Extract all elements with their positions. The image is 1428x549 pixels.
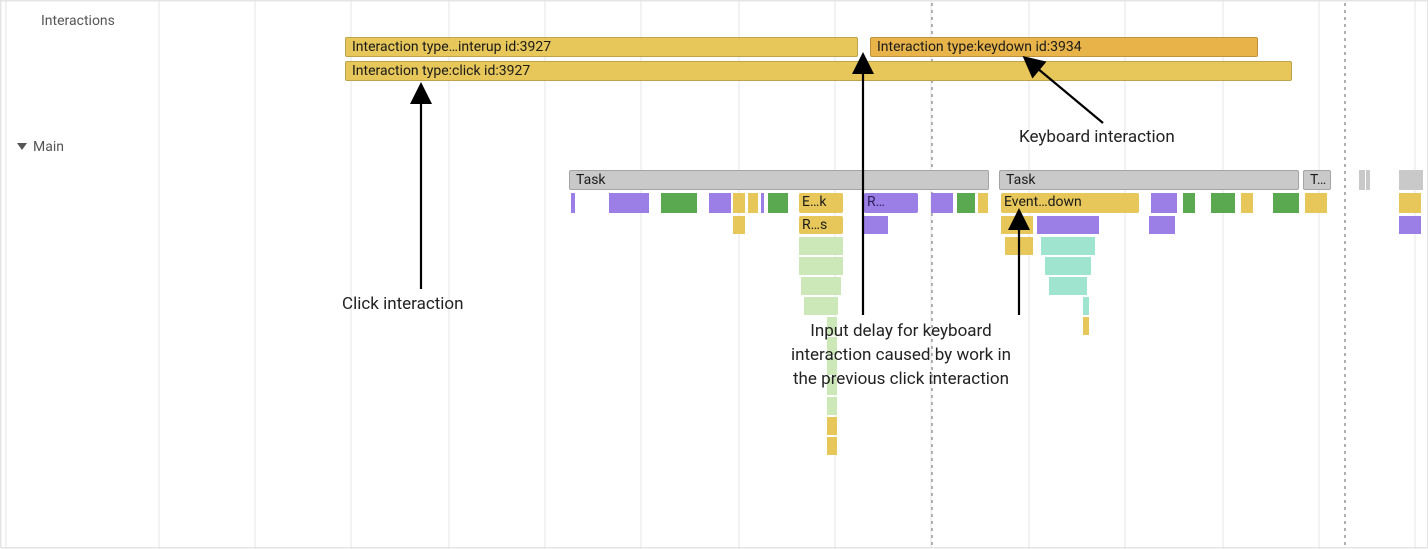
flame-block[interactable] — [827, 437, 837, 455]
annotation-click-label: Click interaction — [342, 294, 464, 314]
flame-block[interactable] — [931, 193, 953, 213]
flame-block[interactable] — [799, 237, 843, 255]
flame-block[interactable] — [768, 193, 788, 213]
flame-block[interactable] — [1083, 317, 1089, 335]
flame-block[interactable] — [1005, 237, 1033, 255]
flame-block[interactable] — [1241, 193, 1253, 213]
task-sliver-3[interactable] — [1399, 170, 1423, 190]
flame-block[interactable] — [1273, 193, 1299, 213]
flame-block[interactable] — [1399, 216, 1421, 234]
annotation-arrows — [1, 1, 1428, 549]
flame-block[interactable] — [864, 216, 888, 234]
flame-block[interactable] — [1001, 216, 1033, 234]
event-r[interactable]: R… — [864, 193, 918, 213]
flame-block[interactable] — [1037, 216, 1099, 234]
flame-block[interactable] — [661, 193, 697, 213]
interactions-track-label: Interactions — [41, 13, 115, 29]
flame-block[interactable] — [978, 193, 988, 213]
task-sliver-2[interactable] — [1366, 170, 1370, 190]
flame-block[interactable] — [799, 257, 843, 275]
main-track-label[interactable]: Main — [17, 139, 64, 155]
flame-block[interactable] — [1041, 237, 1095, 255]
flame-block[interactable] — [1045, 257, 1091, 275]
flame-block[interactable] — [827, 417, 837, 435]
flame-block[interactable] — [1083, 297, 1089, 315]
flame-block[interactable] — [1149, 216, 1175, 234]
flame-block[interactable] — [609, 193, 649, 213]
flame-block[interactable] — [1151, 193, 1177, 213]
flame-block[interactable] — [748, 193, 758, 213]
event-ek[interactable]: E…k — [799, 193, 843, 213]
flame-block[interactable] — [1399, 193, 1421, 213]
annotation-keyboard-label: Keyboard interaction — [1019, 127, 1175, 147]
flame-block[interactable] — [957, 193, 975, 213]
annotation-inputdelay-line2: interaction caused by work in — [761, 345, 1041, 365]
flame-block[interactable] — [709, 193, 731, 213]
flame-block[interactable] — [804, 297, 838, 315]
expand-toggle-icon[interactable] — [17, 143, 27, 150]
flame-block[interactable] — [1305, 193, 1327, 213]
task-bar-1[interactable]: Task — [569, 170, 989, 190]
task-bar-2[interactable]: Task — [999, 170, 1299, 190]
flame-block[interactable] — [733, 193, 745, 213]
interaction-bar-pointerup[interactable]: Interaction type…interup id:3927 — [345, 37, 858, 57]
flame-block[interactable] — [733, 216, 745, 234]
event-eventdown[interactable]: Event…down — [1001, 193, 1139, 213]
event-rs[interactable]: R…s — [799, 216, 843, 234]
annotation-inputdelay-line1: Input delay for keyboard — [761, 321, 1041, 341]
flame-block[interactable] — [571, 193, 575, 213]
flame-block[interactable] — [1049, 277, 1087, 295]
interaction-bar-keydown[interactable]: Interaction type:keydown id:3934 — [870, 37, 1258, 57]
timeline-gridlines — [1, 1, 1428, 549]
interaction-bar-click[interactable]: Interaction type:click id:3927 — [345, 61, 1292, 81]
flame-block[interactable] — [801, 277, 841, 295]
flame-block[interactable] — [827, 397, 837, 415]
task-sliver-1[interactable] — [1359, 170, 1365, 190]
task-bar-3[interactable]: T… — [1303, 170, 1331, 190]
annotation-inputdelay-line3: the previous click interaction — [761, 369, 1041, 389]
flame-block[interactable] — [1183, 193, 1195, 213]
main-label-text: Main — [33, 139, 64, 155]
flame-block[interactable] — [1211, 193, 1235, 213]
flame-block[interactable] — [761, 193, 764, 213]
